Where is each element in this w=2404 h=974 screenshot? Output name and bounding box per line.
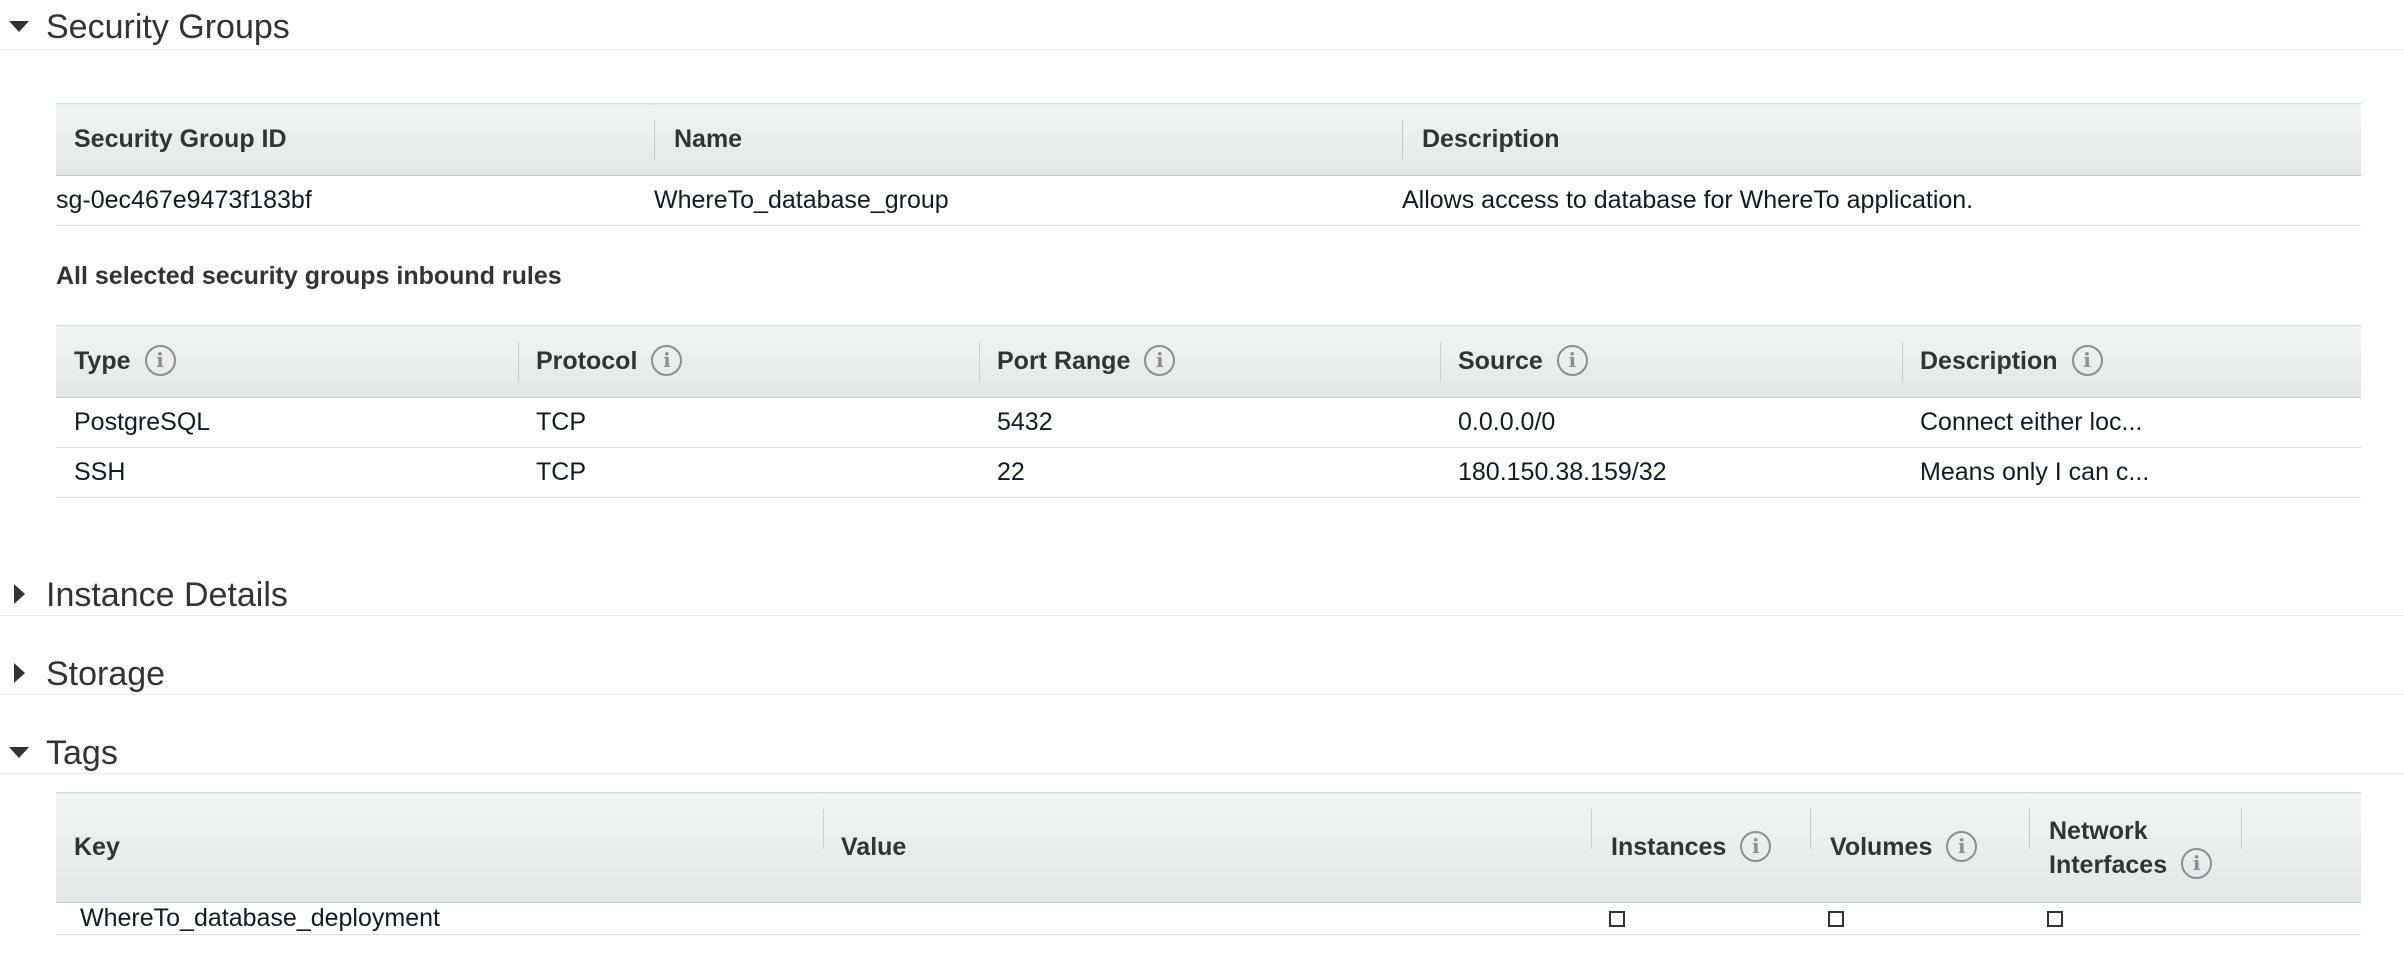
column-header-label: Description (1920, 347, 2058, 375)
column-header-label: Interfaces (2049, 850, 2168, 879)
network-interfaces-checkbox[interactable] (2047, 911, 2063, 928)
caret-right-icon (14, 584, 25, 604)
column-header-label: Type (74, 347, 131, 375)
tag-volumes-cell (1810, 902, 2029, 935)
column-header-security-group-id[interactable]: Security Group ID (56, 103, 654, 176)
volumes-checkbox[interactable] (1828, 911, 1844, 928)
column-header-port-range[interactable]: Port Range i (979, 325, 1440, 398)
info-icon[interactable]: i (2071, 344, 2103, 376)
tag-spacer-cell (2241, 902, 2361, 935)
rule-description-cell: Connect either loc... (1902, 397, 2361, 448)
table-row: SSH TCP 22 180.150.38.159/32 Means only … (56, 447, 2361, 498)
column-header-spacer (2241, 792, 2361, 903)
section-title: Instance Details (46, 576, 288, 614)
column-header-source[interactable]: Source i (1440, 325, 1902, 398)
rule-source-cell: 180.150.38.159/32 (1440, 447, 1902, 498)
column-header-label: Volumes (1830, 833, 1933, 861)
rule-protocol-cell: TCP (518, 447, 979, 498)
info-icon[interactable]: i (144, 344, 176, 376)
section-title: Tags (46, 734, 118, 772)
tag-key-cell: WhereTo_database_deployment (56, 902, 823, 935)
section-header-tags[interactable]: Tags (0, 726, 2404, 774)
section-title: Security Groups (46, 8, 290, 46)
rule-port-range-cell: 5432 (979, 397, 1440, 448)
tags-table: Key Value Instances i Volumes i Network In… (56, 792, 2361, 935)
tag-network-interfaces-cell (2029, 902, 2241, 935)
security-group-name-cell: WhereTo_database_group (654, 175, 1402, 226)
table-row: PostgreSQL TCP 5432 0.0.0.0/0 Connect ei… (56, 397, 2361, 448)
column-header-type[interactable]: Type i (56, 325, 518, 398)
rule-protocol-cell: TCP (518, 397, 979, 448)
tag-value-cell (823, 902, 1591, 935)
caret-down-icon (9, 747, 29, 758)
column-header-label: Instances (1611, 833, 1727, 861)
column-header-description[interactable]: Description (1402, 103, 2361, 176)
security-group-description-cell: Allows access to database for WhereTo ap… (1402, 175, 2361, 226)
column-header-label: Port Range (997, 347, 1131, 375)
inbound-rules-heading: All selected security groups inbound rul… (56, 262, 562, 290)
section-header-storage[interactable]: Storage (0, 647, 2404, 695)
column-header-description[interactable]: Description i (1902, 325, 2361, 398)
section-title: Storage (46, 655, 166, 693)
column-header-protocol[interactable]: Protocol i (518, 325, 979, 398)
tag-instances-cell (1591, 902, 1810, 935)
column-header-key[interactable]: Key (56, 792, 823, 903)
info-icon[interactable]: i (1144, 344, 1176, 376)
column-header-value[interactable]: Value (823, 792, 1591, 903)
column-header-volumes[interactable]: Volumes i (1810, 792, 2029, 903)
instances-checkbox[interactable] (1609, 911, 1625, 928)
column-header-name[interactable]: Name (654, 103, 1402, 176)
rule-port-range-cell: 22 (979, 447, 1440, 498)
info-icon[interactable]: i (1740, 830, 1772, 862)
caret-down-icon (9, 21, 29, 32)
column-header-instances[interactable]: Instances i (1591, 792, 1810, 903)
column-header-label: Network (2049, 816, 2148, 845)
rule-source-cell: 0.0.0.0/0 (1440, 397, 1902, 448)
rule-type-cell: SSH (56, 447, 518, 498)
info-icon[interactable]: i (1556, 344, 1588, 376)
column-header-label: Source (1458, 347, 1543, 375)
rule-type-cell: PostgreSQL (56, 397, 518, 448)
security-groups-table: Security Group ID Name Description sg-0e… (56, 103, 2361, 226)
column-header-network-interfaces[interactable]: Network Interfaces i (2029, 792, 2241, 903)
inbound-rules-table: Type i Protocol i Port Range i Source i Desc… (56, 325, 2361, 498)
info-icon[interactable]: i (651, 344, 683, 376)
caret-right-icon (14, 663, 25, 683)
table-row: sg-0ec467e9473f183bf WhereTo_database_gr… (56, 175, 2361, 226)
section-header-security-groups[interactable]: Security Groups (0, 0, 2404, 50)
info-icon[interactable]: i (1946, 830, 1978, 862)
rule-description-cell: Means only I can c... (1902, 447, 2361, 498)
table-row: WhereTo_database_deployment (56, 902, 2361, 935)
section-header-instance-details[interactable]: Instance Details (0, 568, 2404, 616)
info-icon[interactable]: i (2181, 848, 2213, 880)
security-group-id-cell: sg-0ec467e9473f183bf (56, 175, 654, 226)
column-header-label: Protocol (536, 347, 638, 375)
